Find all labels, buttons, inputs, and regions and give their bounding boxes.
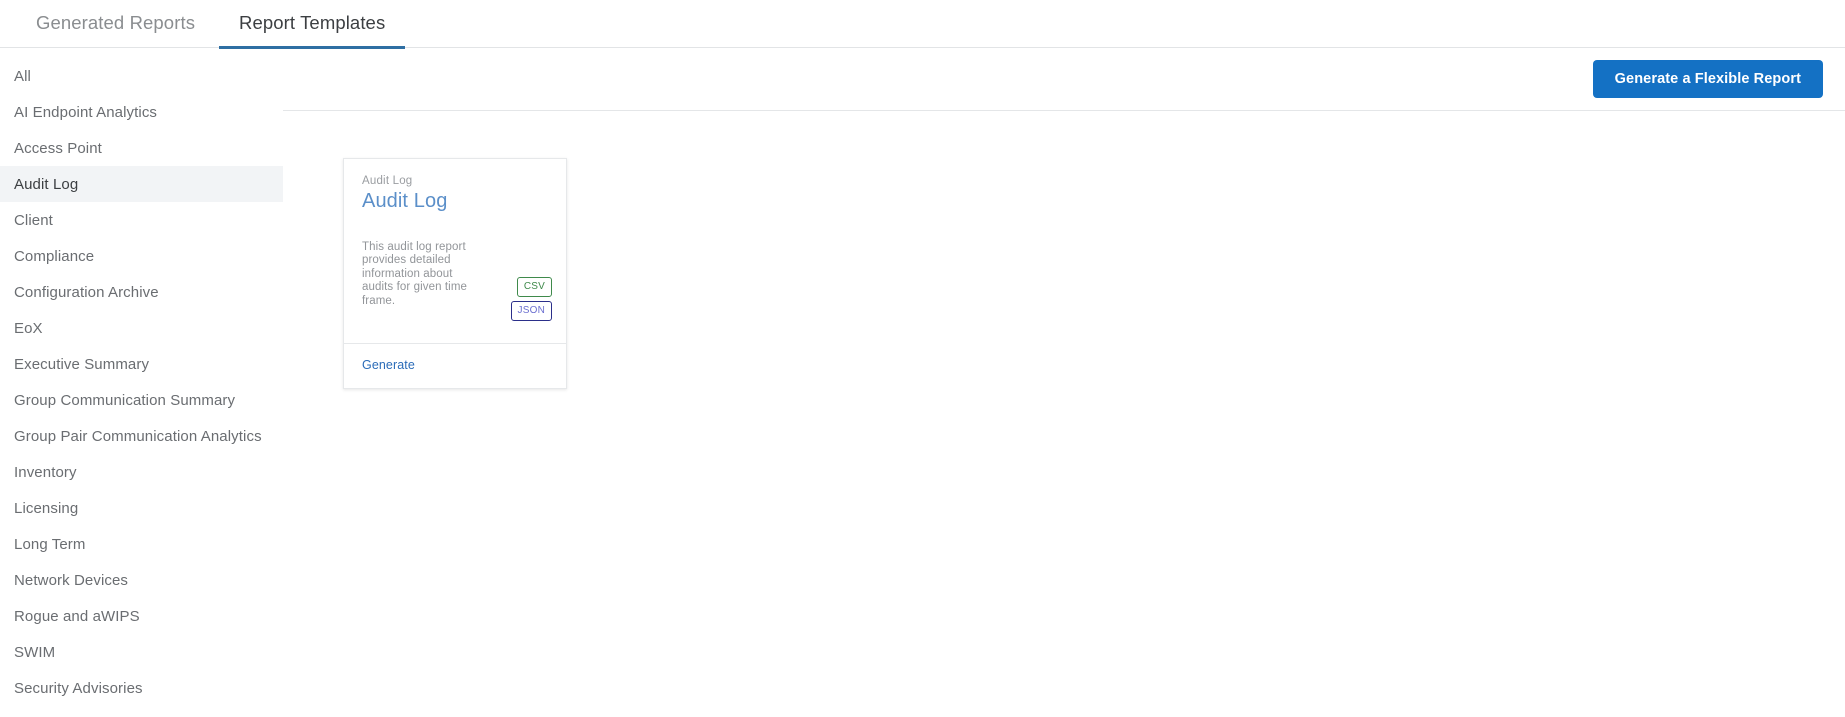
sidebar-item-ai-endpoint-analytics[interactable]: AI Endpoint Analytics	[0, 94, 283, 130]
sidebar-item-configuration-archive[interactable]: Configuration Archive	[0, 274, 283, 310]
sidebar-item-label: SWIM	[14, 643, 56, 661]
sidebar-item-security-advisories[interactable]: Security Advisories	[0, 670, 283, 706]
sidebar-item-long-term[interactable]: Long Term	[0, 526, 283, 562]
sidebar-item-licensing[interactable]: Licensing	[0, 490, 283, 526]
tab-bar: Generated Reports Report Templates	[0, 0, 1845, 48]
sidebar-item-label: Audit Log	[14, 175, 79, 193]
sidebar-item-audit-log[interactable]: Audit Log	[0, 166, 283, 202]
sidebar-item-label: Network Devices	[14, 571, 129, 589]
sidebar-item-label: Group Pair Communication Analytics	[14, 427, 262, 445]
page-content: All AI Endpoint Analytics Access Point A…	[0, 48, 1845, 717]
sidebar-item-access-point[interactable]: Access Point	[0, 130, 283, 166]
sidebar-item-compliance[interactable]: Compliance	[0, 238, 283, 274]
sidebar-item-all[interactable]: All	[0, 58, 283, 94]
content-divider	[283, 110, 1845, 111]
card-body: Audit Log Audit Log This audit log repor…	[344, 159, 566, 343]
sidebar-item-label: All	[14, 67, 31, 85]
sidebar-item-label: Inventory	[14, 463, 77, 481]
sidebar-item-inventory[interactable]: Inventory	[0, 454, 283, 490]
sidebar-item-group-pair-communication-analytics[interactable]: Group Pair Communication Analytics	[0, 418, 283, 454]
card-category-label: Audit Log	[362, 175, 413, 187]
sidebar-item-label: AI Endpoint Analytics	[14, 103, 158, 121]
action-row: Generate a Flexible Report	[283, 48, 1845, 110]
sidebar-item-label: Security Advisories	[14, 679, 143, 697]
template-card-audit-log[interactable]: Audit Log Audit Log This audit log repor…	[343, 158, 567, 389]
tab-generated-reports[interactable]: Generated Reports	[14, 0, 217, 48]
sidebar-item-group-communication-summary[interactable]: Group Communication Summary	[0, 382, 283, 418]
sidebar-item-rogue-and-awips[interactable]: Rogue and aWIPS	[0, 598, 283, 634]
sidebar-item-label: Configuration Archive	[14, 283, 159, 301]
tab-label: Report Templates	[239, 12, 386, 33]
format-badge-group: CSV JSON	[510, 277, 552, 321]
sidebar-item-label: EoX	[14, 319, 43, 337]
sidebar-item-eox[interactable]: EoX	[0, 310, 283, 346]
sidebar-item-label: Group Communication Summary	[14, 391, 236, 409]
templates-pane: Generate a Flexible Report Audit Log Aud…	[283, 48, 1845, 717]
sidebar-item-client[interactable]: Client	[0, 202, 283, 238]
tab-label: Generated Reports	[36, 12, 196, 33]
sidebar-item-label: Executive Summary	[14, 355, 150, 373]
sidebar-item-label: Rogue and aWIPS	[14, 607, 140, 625]
category-sidebar: All AI Endpoint Analytics Access Point A…	[0, 48, 283, 706]
sidebar-item-swim[interactable]: SWIM	[0, 634, 283, 670]
sidebar-item-label: Licensing	[14, 499, 79, 517]
sidebar-item-executive-summary[interactable]: Executive Summary	[0, 346, 283, 382]
generate-report-link[interactable]: Generate	[362, 358, 415, 372]
format-badge-csv[interactable]: CSV	[516, 277, 552, 297]
sidebar-item-label: Compliance	[14, 247, 95, 265]
sidebar-item-network-devices[interactable]: Network Devices	[0, 562, 283, 598]
card-footer: Generate	[344, 343, 566, 388]
card-description: This audit log report provides detailed …	[362, 241, 468, 307]
tab-report-templates[interactable]: Report Templates	[217, 0, 407, 48]
sidebar-item-label: Access Point	[14, 139, 102, 157]
card-title: Audit Log	[362, 190, 448, 212]
format-badge-json[interactable]: JSON	[510, 301, 552, 321]
sidebar-item-label: Client	[14, 211, 53, 229]
generate-flexible-report-button[interactable]: Generate a Flexible Report	[1592, 60, 1823, 98]
sidebar-item-label: Long Term	[14, 535, 86, 553]
template-card-grid: Audit Log Audit Log This audit log repor…	[343, 158, 1845, 717]
